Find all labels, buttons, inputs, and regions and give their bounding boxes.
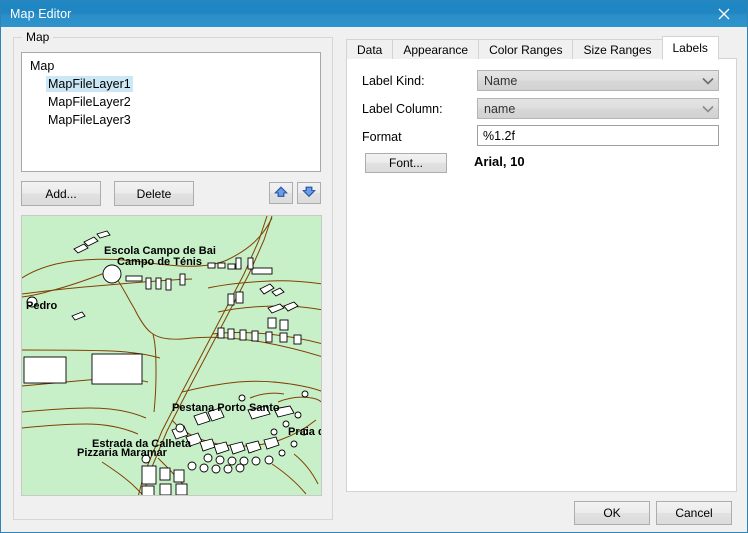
list-item[interactable]: MapFileLayer1 [22,75,320,93]
format-label: Format [362,130,402,144]
layer-item-label: MapFileLayer1 [46,76,133,92]
list-item[interactable]: MapFileLayer3 [22,111,320,129]
tab-size-ranges[interactable]: Size Ranges [572,39,663,59]
arrow-down-icon [302,186,316,201]
chevron-down-icon [698,105,718,113]
tab-data[interactable]: Data [346,39,394,59]
window-title: Map Editor [10,7,72,21]
map-group-label: Map [22,30,54,44]
close-icon[interactable] [701,1,747,27]
font-description: Arial, 10 [474,154,525,169]
tab-page-labels [346,58,737,492]
move-layer-up-button[interactable] [269,182,293,204]
label-kind-value: Name [484,73,518,88]
chevron-down-icon [698,77,718,85]
format-input[interactable]: %1.2f [477,125,719,146]
label-column-value: name [484,101,516,116]
layer-list[interactable]: Map MapFileLayer1 MapFileLayer2 MapFileL… [21,52,321,172]
label-column-select[interactable]: name [477,98,719,119]
ok-button[interactable]: OK [574,501,650,525]
map-label: Campo de Ténis [117,256,202,268]
tree-root-item[interactable]: Map [22,57,320,75]
list-item[interactable]: MapFileLayer2 [22,93,320,111]
font-button[interactable]: Font... [365,153,447,173]
map-editor-dialog: Map Editor Map Map MapFileLayer1 MapFile… [0,0,748,533]
tab-color-ranges[interactable]: Color Ranges [478,39,574,59]
arrow-up-icon [274,185,288,201]
title-bar: Map Editor [1,1,747,27]
tab-appearance[interactable]: Appearance [392,39,480,59]
map-label: Pizzaria Maramar [77,447,168,459]
move-layer-down-button[interactable] [297,182,321,204]
tab-labels[interactable]: Labels [661,36,719,60]
delete-button[interactable]: Delete [114,181,194,206]
map-label: Pestana Porto Santo [172,402,280,414]
map-label: Pedro [26,300,57,312]
layer-item-label: MapFileLayer2 [48,95,131,109]
tab-strip: Data Appearance Color Ranges Size Ranges… [346,36,737,60]
label-kind-label: Label Kind: [362,74,425,88]
tree-root-label: Map [30,59,55,73]
add-button[interactable]: Add... [21,181,101,206]
label-column-label: Label Column: [362,102,443,116]
layer-item-label: MapFileLayer3 [48,113,131,127]
cancel-button[interactable]: Cancel [656,501,732,525]
map-label: Praia d [288,426,322,438]
map-preview[interactable]: Escola Campo de Bai Campo de Ténis Pedro… [21,215,322,496]
label-kind-select[interactable]: Name [477,70,719,91]
